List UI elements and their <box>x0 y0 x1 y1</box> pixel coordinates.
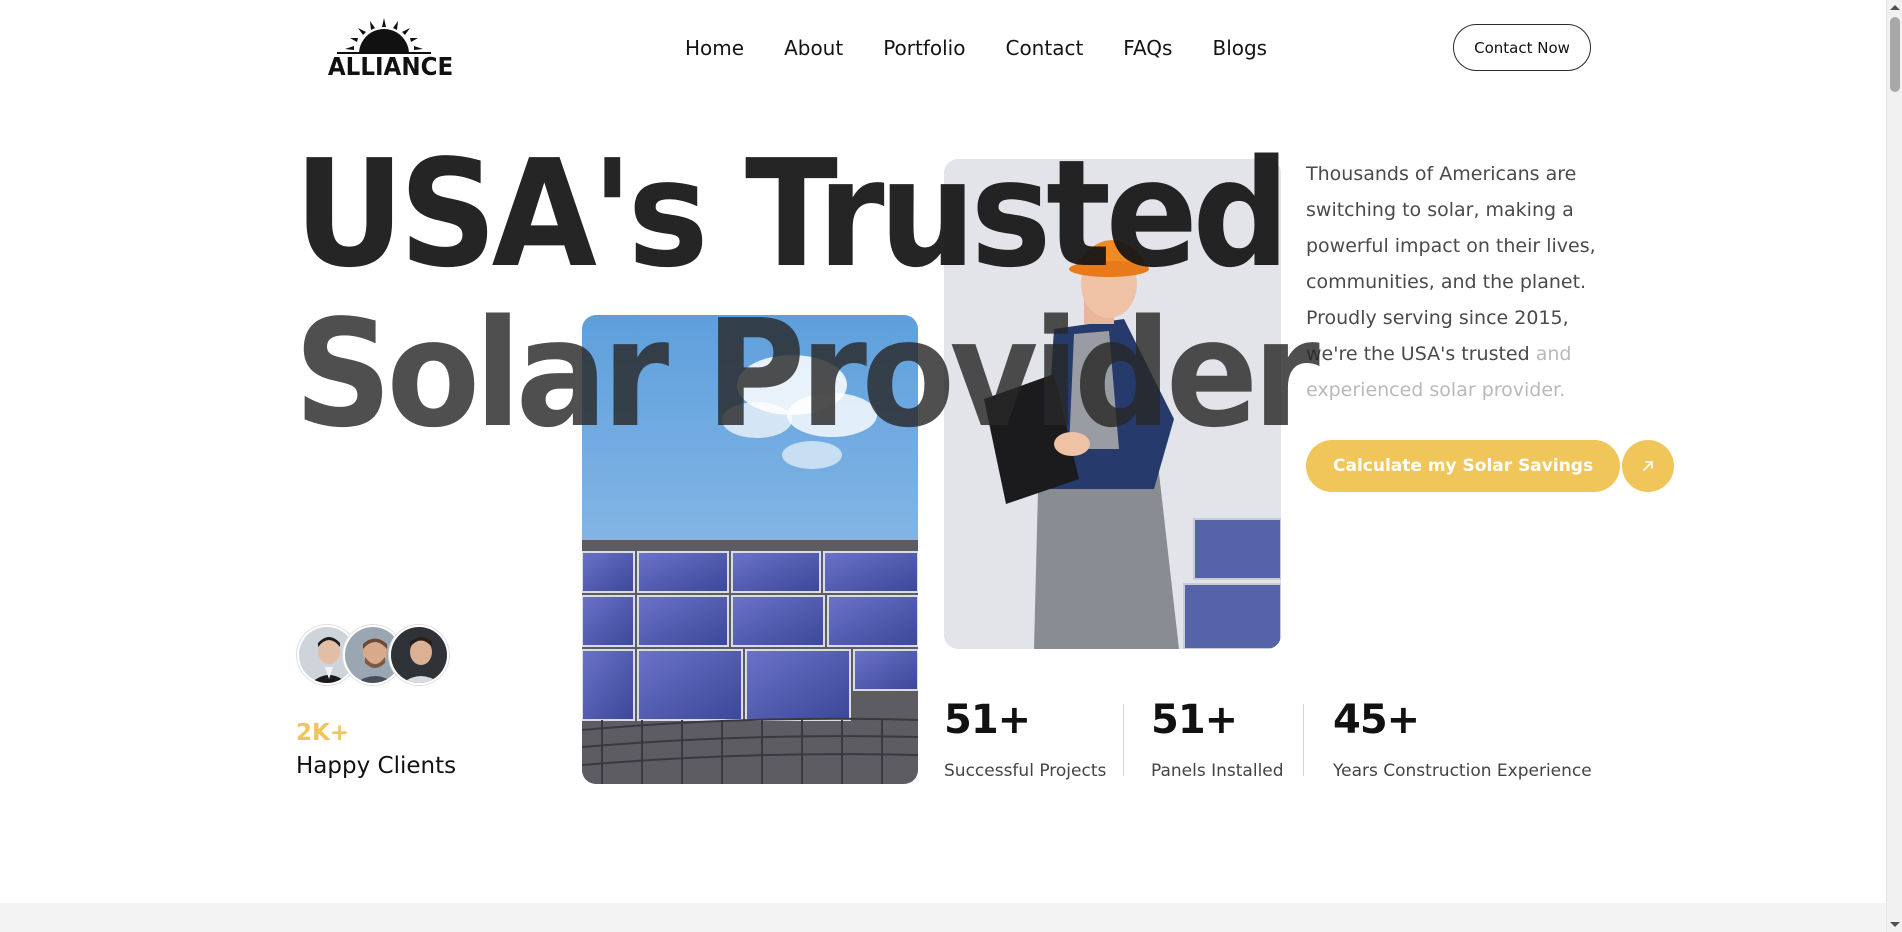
contact-now-button[interactable]: Contact Now <box>1453 24 1591 71</box>
main-nav: Home About Portfolio Contact FAQs Blogs <box>685 36 1267 60</box>
nav-about[interactable]: About <box>784 36 843 60</box>
alliance-logo[interactable]: ALLIANCE <box>323 18 454 81</box>
stat-label: Panels Installed <box>1151 761 1284 781</box>
stat-value: 51+ <box>944 697 1031 743</box>
avatar <box>389 625 449 685</box>
hero-title-line-2: Solar Provider <box>294 288 1320 460</box>
client-avatars <box>297 625 449 685</box>
stat-years-experience: 45+ Years Construction Experience <box>1333 697 1592 781</box>
scroll-up-arrow-icon[interactable] <box>1890 5 1900 10</box>
hero-description: Thousands of Americans are switching to … <box>1306 156 1596 408</box>
nav-portfolio[interactable]: Portfolio <box>883 36 965 60</box>
nav-contact[interactable]: Contact <box>1005 36 1083 60</box>
nav-home[interactable]: Home <box>685 36 744 60</box>
sunburst-logo-icon <box>337 18 431 54</box>
scroll-down-arrow-icon[interactable] <box>1890 922 1900 927</box>
stat-value: 45+ <box>1333 697 1420 743</box>
happy-clients-label: Happy Clients <box>296 753 457 779</box>
hero-title-line-1: USA's Trusted <box>294 128 1290 300</box>
nav-blogs[interactable]: Blogs <box>1212 36 1267 60</box>
stat-label: Years Construction Experience <box>1333 761 1592 781</box>
stat-panels-installed: 51+ Panels Installed <box>1151 697 1284 781</box>
stat-value: 51+ <box>1151 697 1238 743</box>
calculate-savings-button[interactable]: Calculate my Solar Savings <box>1306 440 1621 492</box>
vertical-scrollbar[interactable] <box>1886 0 1902 932</box>
stat-successful-projects: 51+ Successful Projects <box>944 697 1106 781</box>
page: ALLIANCE Home About Portfolio Contact FA… <box>0 0 1886 932</box>
cta-group: Calculate my Solar Savings <box>1306 440 1675 492</box>
scrollbar-thumb[interactable] <box>1890 17 1900 92</box>
logo-text: ALLIANCE <box>327 52 454 81</box>
stat-label: Successful Projects <box>944 761 1107 781</box>
nav-faqs[interactable]: FAQs <box>1123 36 1172 60</box>
arrow-up-right-icon[interactable] <box>1622 440 1675 492</box>
happy-clients-count: 2K+ <box>296 720 350 746</box>
stat-divider <box>1303 704 1304 776</box>
description-text: Thousands of Americans are switching to … <box>1306 163 1596 365</box>
next-section-band <box>0 903 1886 932</box>
stat-divider <box>1123 704 1124 776</box>
